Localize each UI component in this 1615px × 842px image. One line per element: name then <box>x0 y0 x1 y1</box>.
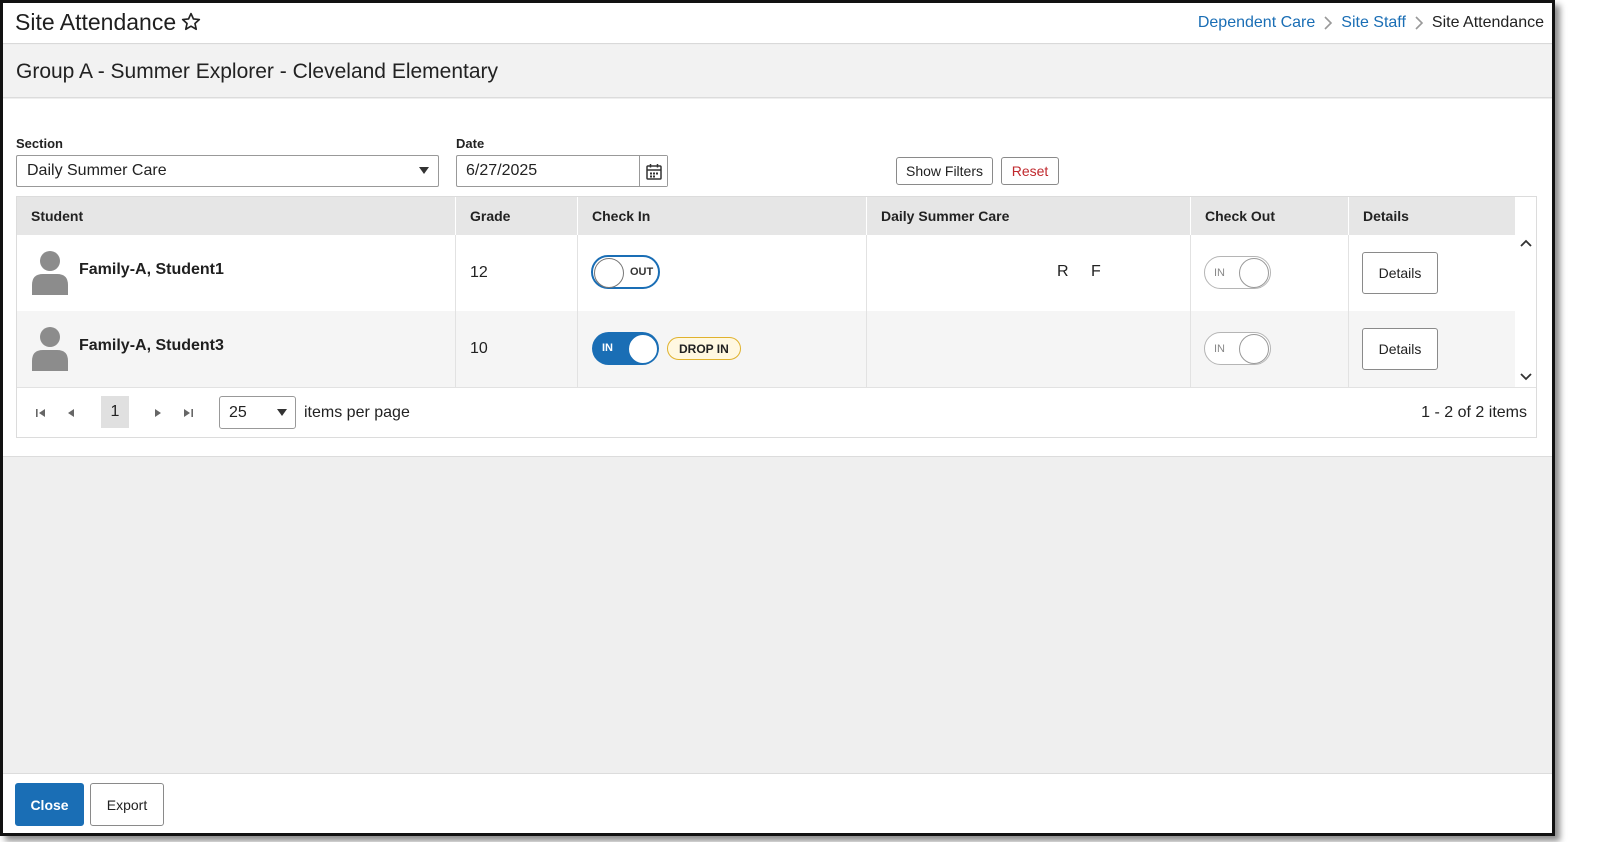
breadcrumb: Dependent Care Site Staff Site Attendanc… <box>1198 14 1544 32</box>
section-select-value: Daily Summer Care <box>27 162 167 179</box>
column-header-grade[interactable]: Grade <box>456 197 578 235</box>
reset-button[interactable]: Reset <box>1001 157 1059 185</box>
footer-bar: Close Export <box>3 773 1552 833</box>
student-cell: Family-A, Student3 <box>17 311 456 387</box>
table-row: Family-A, Student3 10 IN DROP IN IN Deta… <box>17 311 1515 387</box>
group-header: Group A - Summer Explorer - Cleveland El… <box>3 45 1552 98</box>
attendance-panel: Section Daily Summer Care Date 6/27/2025… <box>3 99 1552 457</box>
check-in-toggle[interactable]: IN <box>592 332 659 365</box>
table-row: Family-A, Student1 12 OUT R F IN Details <box>17 235 1515 311</box>
toggle-knob <box>628 334 658 364</box>
current-page-number[interactable]: 1 <box>101 396 129 428</box>
items-per-page-label: items per page <box>304 404 410 421</box>
toggle-label: IN <box>1214 343 1225 355</box>
grid-header-spacer <box>1515 197 1536 235</box>
column-header-check-in[interactable]: Check In <box>578 197 867 235</box>
close-button[interactable]: Close <box>15 783 84 826</box>
group-title: Group A - Summer Explorer - Cleveland El… <box>16 60 499 83</box>
check-in-toggle[interactable]: OUT <box>591 255 660 289</box>
column-header-check-out[interactable]: Check Out <box>1191 197 1349 235</box>
chevron-right-icon <box>1415 16 1424 30</box>
export-button[interactable]: Export <box>90 783 164 826</box>
items-per-page-select[interactable]: 25 <box>219 396 296 429</box>
app-window: Site Attendance Dependent Care Site Staf… <box>0 0 1555 836</box>
column-header-student[interactable]: Student <box>17 197 456 235</box>
check-in-cell: OUT <box>578 235 867 311</box>
breadcrumb-site-staff[interactable]: Site Staff <box>1341 14 1406 32</box>
calendar-button[interactable] <box>639 156 667 186</box>
grid-header: Student Grade Check In Daily Summer Care… <box>17 197 1515 235</box>
page-title: Site Attendance <box>15 9 177 35</box>
student-name[interactable]: Family-A, Student1 <box>79 261 224 279</box>
calendar-icon <box>645 163 662 180</box>
toggle-label: OUT <box>630 266 654 278</box>
avatar-icon <box>32 251 68 295</box>
scroll-down-icon[interactable] <box>1519 369 1533 383</box>
item-count: 1 - 2 of 2 items <box>1421 404 1527 421</box>
grade-value: 12 <box>470 264 488 281</box>
details-button[interactable]: Details <box>1362 252 1438 294</box>
star-outline-icon[interactable] <box>180 11 202 33</box>
date-input[interactable]: 6/27/2025 <box>456 155 668 187</box>
toggle-knob <box>1239 258 1269 288</box>
check-in-cell: IN DROP IN <box>578 311 867 387</box>
first-page-icon[interactable] <box>34 406 48 420</box>
toggle-label: IN <box>1214 267 1225 279</box>
details-button[interactable]: Details <box>1362 328 1438 370</box>
attendance-code[interactable]: F <box>1091 263 1101 281</box>
breadcrumb-site-attendance: Site Attendance <box>1431 14 1544 31</box>
check-out-toggle[interactable]: IN <box>1204 256 1271 289</box>
grade-cell: 12 <box>456 235 578 311</box>
check-out-toggle[interactable]: IN <box>1204 332 1271 365</box>
toggle-label: IN <box>602 342 613 354</box>
section-select[interactable]: Daily Summer Care <box>16 155 439 187</box>
top-bar: Site Attendance Dependent Care Site Staf… <box>3 3 1552 44</box>
column-header-details[interactable]: Details <box>1349 197 1515 235</box>
grade-cell: 10 <box>456 311 578 387</box>
grade-value: 10 <box>470 340 488 357</box>
last-page-icon[interactable] <box>181 406 195 420</box>
daily-summer-care-cell <box>867 311 1191 387</box>
check-out-cell: IN <box>1191 235 1349 311</box>
details-cell: Details <box>1349 311 1515 387</box>
caret-down-icon <box>419 167 429 174</box>
breadcrumb-dependent-care[interactable]: Dependent Care <box>1198 14 1315 32</box>
check-out-cell: IN <box>1191 311 1349 387</box>
details-cell: Details <box>1349 235 1515 311</box>
items-per-page-value: 25 <box>229 404 247 421</box>
toggle-knob <box>594 258 624 288</box>
daily-summer-care-cell: R F <box>867 235 1191 311</box>
attendance-code[interactable]: R <box>1057 263 1069 281</box>
student-name[interactable]: Family-A, Student3 <box>79 337 224 355</box>
caret-down-icon <box>277 409 287 416</box>
previous-page-icon[interactable] <box>64 406 78 420</box>
attendance-grid: Student Grade Check In Daily Summer Care… <box>16 196 1537 438</box>
next-page-icon[interactable] <box>151 406 165 420</box>
column-header-daily-summer-care[interactable]: Daily Summer Care <box>867 197 1191 235</box>
drop-in-badge: DROP IN <box>667 337 741 360</box>
pager: 1 25 items per page 1 - 2 of 2 items <box>17 387 1536 437</box>
student-cell: Family-A, Student1 <box>17 235 456 311</box>
section-label: Section <box>16 136 63 151</box>
scroll-up-icon[interactable] <box>1519 237 1533 251</box>
toggle-knob <box>1239 334 1269 364</box>
date-input-value: 6/27/2025 <box>466 162 538 179</box>
show-filters-button[interactable]: Show Filters <box>896 157 993 185</box>
chevron-right-icon <box>1324 16 1333 30</box>
avatar-icon <box>32 327 68 371</box>
date-label: Date <box>456 136 485 151</box>
